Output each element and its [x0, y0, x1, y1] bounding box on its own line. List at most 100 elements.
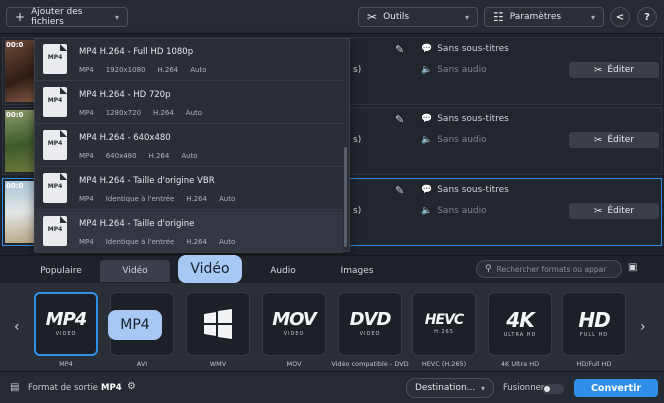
chevron-down-icon: ▾: [590, 12, 595, 22]
edit-button[interactable]: ✂ Éditer: [569, 203, 659, 219]
video-tab-callout: Vidéo: [178, 255, 242, 283]
settings-button[interactable]: ☷ Paramètres ▾: [484, 7, 604, 27]
windows-icon: [204, 309, 232, 339]
merge-toggle[interactable]: [542, 384, 564, 394]
speaker-icon: 🔈: [421, 135, 433, 145]
format-tabs: Populaire Vidéo Audio Images ⚲ Recherche…: [0, 255, 664, 283]
preset-item-640x480[interactable]: MP4 MP4 H.264 - 640x480 MP4 640x480 H.264 A…: [35, 125, 343, 167]
preset-title: MP4 H.264 - Taille d'origine: [79, 219, 195, 229]
tab-video[interactable]: Vidéo: [100, 260, 170, 282]
preset-item-original[interactable]: MP4 MP4 H.264 - Taille d'origine MP4 Iden…: [35, 211, 343, 253]
chevron-down-icon: ▾: [480, 383, 485, 393]
format-panel: ‹ › MP4 VIDEO MP4 🎞 AVI WMV MOV VIDEO MO…: [0, 283, 664, 371]
format-search-field[interactable]: ⚲ Rechercher formats ou appar: [476, 260, 622, 278]
preset-meta: MP4 1920x1080 H.264 Auto: [79, 66, 207, 74]
format-dvd[interactable]: DVD VIDEO: [338, 292, 402, 356]
duration: 00:0: [6, 41, 24, 49]
audio-track-fragment: s): [353, 206, 362, 216]
preset-title: MP4 H.264 - HD 720p: [79, 90, 171, 100]
output-format-icon: ▤: [10, 382, 20, 393]
share-button[interactable]: <: [610, 7, 630, 27]
pencil-icon[interactable]: ✎: [395, 43, 411, 59]
preset-item-720p[interactable]: MP4 MP4 H.264 - HD 720p MP4 1280x720 H.264…: [35, 82, 343, 124]
speaker-icon: 🔈: [421, 206, 433, 216]
preset-meta: MP4 1280x720 H.264 Auto: [79, 109, 203, 117]
audio-select[interactable]: 🔈 Sans audio: [421, 206, 487, 216]
share-icon: <: [615, 11, 625, 23]
top-toolbar: + Ajouter des fichiers ▾ ✂ Outils ▾ ☷ Pa…: [0, 0, 664, 34]
subtitles-select[interactable]: 💬 Sans sous-titres: [421, 114, 509, 124]
format-label: HEVC (H.265): [421, 360, 467, 368]
preset-meta: MP4 640x480 H.264 Auto: [79, 152, 198, 160]
edit-label: Éditer: [607, 135, 635, 145]
tab-audio[interactable]: Audio: [248, 260, 318, 282]
preset-item-1080p[interactable]: MP4 MP4 H.264 - Full HD 1080p MP4 1920x10…: [35, 39, 343, 81]
format-hevc[interactable]: HEVC H.265: [412, 292, 476, 356]
format-label: HD/Full HD: [576, 360, 612, 368]
audio-track-fragment: s): [353, 135, 362, 145]
audio-label: Sans audio: [437, 135, 487, 145]
audio-select[interactable]: 🔈 Sans audio: [421, 135, 487, 145]
add-files-label: Ajouter des fichiers: [31, 7, 83, 27]
format-label: 4K Ultra HD: [500, 360, 540, 368]
pencil-icon[interactable]: ✎: [395, 113, 411, 129]
audio-track-fragment: s): [353, 65, 362, 75]
edit-label: Éditer: [607, 206, 635, 216]
pencil-icon[interactable]: ✎: [395, 184, 411, 200]
mp4-file-icon: MP4: [43, 130, 67, 160]
subtitles-label: Sans sous-titres: [437, 44, 509, 54]
preset-title: MP4 H.264 - Taille d'origine VBR: [79, 176, 215, 186]
scissors-icon: ✂: [593, 205, 603, 217]
search-icon: ⚲: [485, 264, 492, 274]
convert-button[interactable]: Convertir: [574, 379, 658, 397]
speech-bubble-icon: 💬: [421, 114, 433, 124]
subtitles-select[interactable]: 💬 Sans sous-titres: [421, 185, 509, 195]
subtitles-label: Sans sous-titres: [437, 114, 509, 124]
speech-bubble-icon: 💬: [421, 44, 433, 54]
preset-dropdown: MP4 MP4 H.264 - Full HD 1080p MP4 1920x10…: [34, 38, 350, 253]
edit-button[interactable]: ✂ Éditer: [569, 132, 659, 148]
tools-button[interactable]: ✂ Outils ▾: [358, 7, 478, 27]
edit-button[interactable]: ✂ Éditer: [569, 62, 659, 78]
tools-icon: ✂: [367, 10, 378, 24]
destination-button[interactable]: Destination... ▾: [406, 378, 494, 398]
chevron-down-icon: ▾: [464, 12, 469, 22]
add-files-button[interactable]: + Ajouter des fichiers ▾: [6, 7, 128, 27]
scissors-icon: ✂: [593, 134, 603, 146]
tab-images[interactable]: Images: [322, 260, 392, 282]
format-label: Vidéo compatible - DVD: [331, 360, 409, 368]
audio-label: Sans audio: [437, 206, 487, 216]
format-wmv[interactable]: [186, 292, 250, 356]
dropdown-scrollbar[interactable]: [344, 147, 347, 247]
preset-meta: MP4 Identique à l'entrée H.264 Auto: [79, 195, 236, 203]
chevron-left-icon[interactable]: ‹: [14, 319, 20, 335]
subtitles-select[interactable]: 💬 Sans sous-titres: [421, 44, 509, 54]
format-4k[interactable]: 4K ULTRA HD: [488, 292, 552, 356]
mp4-file-icon: MP4: [43, 216, 67, 246]
settings-icon: ☷: [493, 10, 504, 24]
tab-popular[interactable]: Populaire: [26, 260, 96, 282]
destination-label: Destination...: [415, 383, 476, 393]
format-hd[interactable]: HD FULL HD: [562, 292, 626, 356]
audio-select[interactable]: 🔈 Sans audio: [421, 65, 487, 75]
gear-icon[interactable]: ⚙: [127, 381, 136, 392]
preset-title: MP4 H.264 - Full HD 1080p: [79, 47, 194, 57]
mp4-file-icon: MP4: [43, 44, 67, 74]
bottom-bar: ▤ Format de sortie : MP4 ⚙ Destination..…: [0, 371, 664, 403]
settings-label: Paramètres: [509, 12, 562, 22]
duration: 00:0: [6, 182, 24, 190]
scissors-icon: ✂: [593, 64, 603, 76]
chevron-down-icon: ▾: [114, 12, 119, 22]
preset-item-original-vbr[interactable]: MP4 MP4 H.264 - Taille d'origine VBR MP4…: [35, 168, 343, 210]
search-placeholder: Rechercher formats ou appar: [496, 264, 607, 274]
format-mov[interactable]: MOV VIDEO: [262, 292, 326, 356]
chevron-right-icon[interactable]: ›: [640, 319, 646, 335]
format-mp4[interactable]: MP4 VIDEO: [34, 292, 98, 356]
help-button[interactable]: ?: [637, 7, 657, 27]
format-label: MOV: [286, 360, 302, 368]
format-label: AVI: [136, 360, 148, 368]
format-label: WMV: [209, 360, 227, 368]
speech-bubble-icon: 💬: [421, 185, 433, 195]
device-detect-icon[interactable]: ▣: [628, 262, 642, 276]
preset-title: MP4 H.264 - 640x480: [79, 133, 171, 143]
